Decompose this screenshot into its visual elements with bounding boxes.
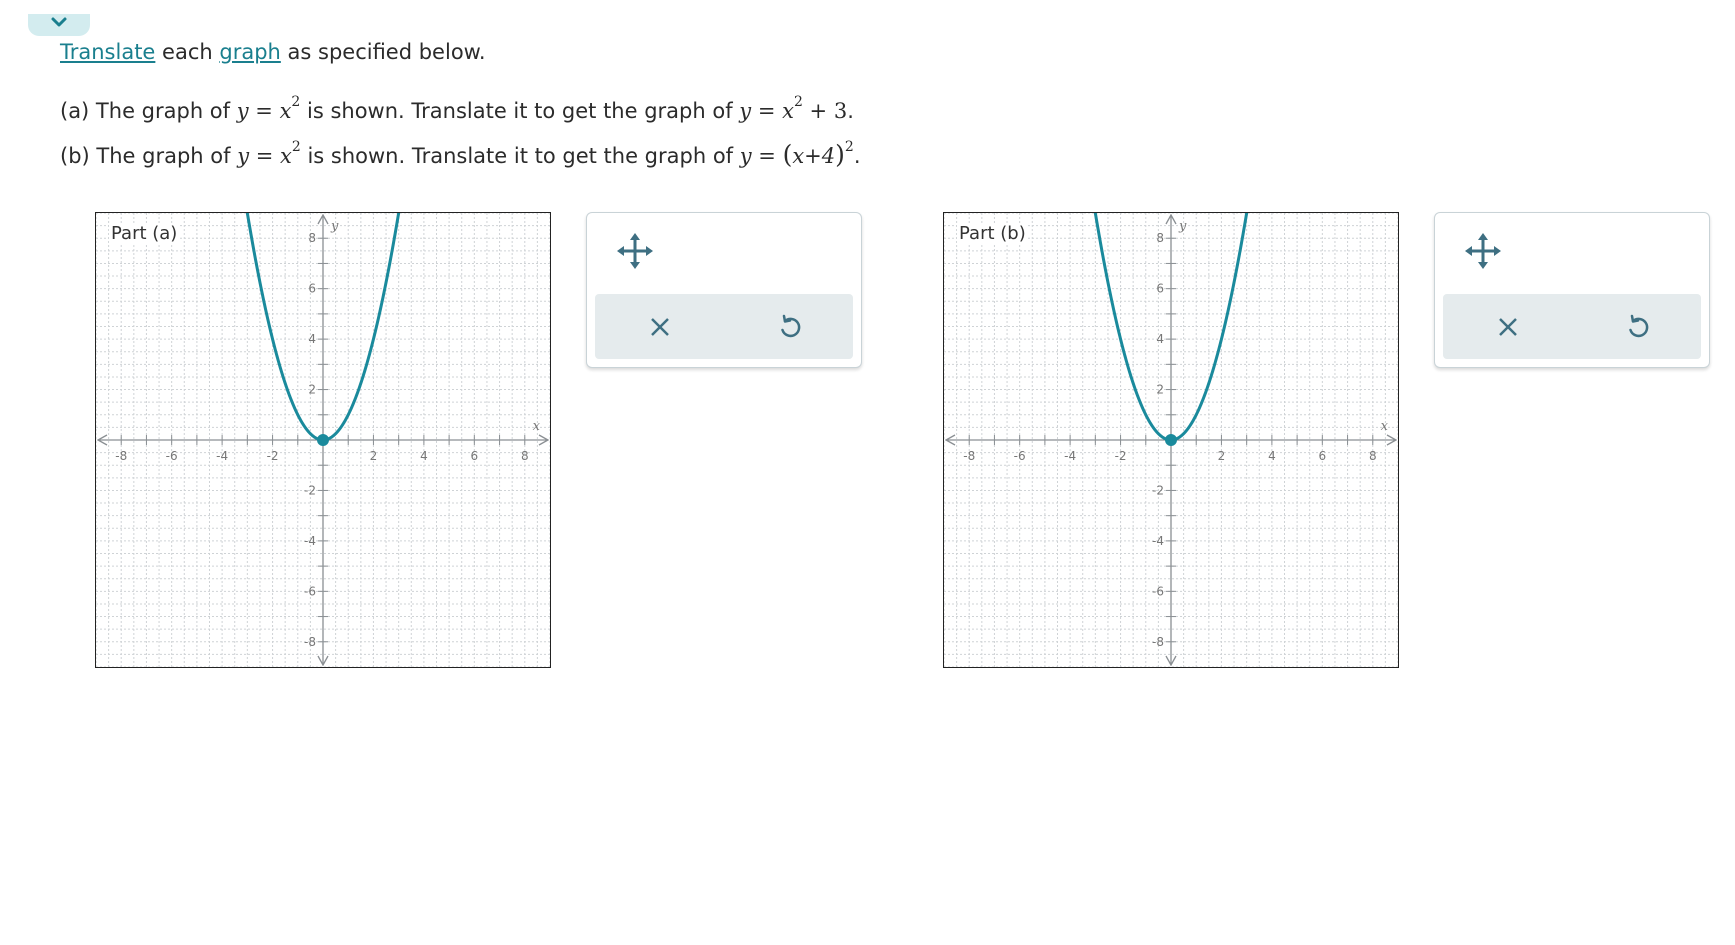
vertex-point bbox=[317, 434, 329, 446]
toolbar-a bbox=[595, 294, 853, 359]
y-tick-label: -6 bbox=[1152, 584, 1164, 598]
y-tick-label: 2 bbox=[1156, 383, 1164, 397]
toolbox-b bbox=[1434, 212, 1710, 368]
vertex-point bbox=[1165, 434, 1177, 446]
graph-label-b: Part (b) bbox=[957, 223, 1028, 244]
instructions: Translate each graph as specified below. bbox=[60, 40, 486, 64]
close-icon[interactable] bbox=[645, 312, 675, 342]
plot-area-a[interactable]: -8 -6 -4 -2 2 4 6 8 -8 -6 -4 -2 2 4 6 8 x y bbox=[96, 213, 550, 667]
x-tick-label: 6 bbox=[471, 449, 479, 463]
x-tick-label: -8 bbox=[115, 449, 127, 463]
y-tick-label: -8 bbox=[1152, 635, 1164, 649]
y-tick-label: 2 bbox=[308, 383, 316, 397]
graph-part-a[interactable]: -8 -6 -4 -2 2 4 6 8 -8 -6 -4 -2 2 4 6 8 x y Part (a) bbox=[95, 212, 551, 668]
x-tick-label: 4 bbox=[420, 449, 428, 463]
close-icon[interactable] bbox=[1493, 312, 1523, 342]
y-tick-label: -2 bbox=[304, 483, 316, 497]
move-arrows-icon[interactable] bbox=[615, 231, 655, 271]
equation-shown-b: y = x2 bbox=[237, 139, 301, 168]
toolbar-b bbox=[1443, 294, 1701, 359]
translate-link[interactable]: Translate bbox=[60, 40, 155, 64]
graph-part-b[interactable]: -8 -6 -4 -2 2 4 6 8 -8 -6 -4 -2 2 4 6 8 x y Part (b) bbox=[943, 212, 1399, 668]
graph-label-a: Part (a) bbox=[109, 223, 180, 244]
x-tick-label: -8 bbox=[963, 449, 975, 463]
chevron-down-icon bbox=[51, 17, 67, 27]
equation-target-a: y = x2 + 3 bbox=[739, 94, 848, 123]
x-axis-label: x bbox=[1381, 419, 1389, 434]
undo-icon[interactable] bbox=[1623, 312, 1653, 342]
toolbox-a bbox=[586, 212, 862, 368]
collapse-toggle[interactable] bbox=[28, 14, 90, 36]
x-tick-label: 4 bbox=[1268, 449, 1276, 463]
plot-area-b[interactable]: -8 -6 -4 -2 2 4 6 8 -8 -6 -4 -2 2 4 6 8 x y bbox=[944, 213, 1398, 667]
equation-target-b: y = (x+4)2 bbox=[739, 139, 854, 169]
x-tick-label: -2 bbox=[267, 449, 279, 463]
y-tick-label: 4 bbox=[1156, 332, 1164, 346]
y-axis-label: y bbox=[1178, 219, 1187, 234]
y-tick-label: -4 bbox=[304, 534, 316, 548]
x-tick-label: -4 bbox=[216, 449, 228, 463]
move-arrows-icon[interactable] bbox=[1463, 231, 1503, 271]
x-axis-label: x bbox=[533, 419, 541, 434]
instructions-text-tail: as specified below. bbox=[280, 40, 486, 64]
y-tick-label: 8 bbox=[308, 231, 316, 245]
question-b-middle: is shown. Translate it to get the graph … bbox=[300, 144, 740, 168]
x-tick-label: 2 bbox=[370, 449, 378, 463]
question-b: (b) The graph of y = x2 is shown. Transl… bbox=[60, 139, 861, 169]
graph-link[interactable]: graph bbox=[219, 40, 280, 64]
x-tick-label: 8 bbox=[521, 449, 529, 463]
y-tick-label: -8 bbox=[304, 635, 316, 649]
x-tick-label: -2 bbox=[1115, 449, 1127, 463]
equation-shown-a: y = x2 bbox=[236, 94, 301, 123]
y-tick-label: -2 bbox=[1152, 483, 1164, 497]
y-axis-label: y bbox=[330, 219, 339, 234]
x-tick-label: 6 bbox=[1319, 449, 1327, 463]
question-b-prefix: (b) The graph of bbox=[60, 144, 238, 168]
undo-icon[interactable] bbox=[775, 312, 805, 342]
x-tick-label: -6 bbox=[166, 449, 178, 463]
question-a: (a) The graph of y = x2 is shown. Transl… bbox=[60, 94, 854, 123]
question-a-prefix: (a) The graph of bbox=[60, 99, 237, 123]
x-tick-label: -4 bbox=[1064, 449, 1076, 463]
x-tick-label: 8 bbox=[1369, 449, 1377, 463]
instructions-text-mid: each bbox=[155, 40, 220, 64]
question-a-middle: is shown. Translate it to get the graph … bbox=[300, 99, 740, 123]
x-tick-label: 2 bbox=[1218, 449, 1226, 463]
y-tick-label: 6 bbox=[308, 282, 316, 296]
y-tick-label: 6 bbox=[1156, 282, 1164, 296]
y-tick-label: 8 bbox=[1156, 231, 1164, 245]
y-tick-label: -6 bbox=[304, 584, 316, 598]
y-tick-label: -4 bbox=[1152, 534, 1164, 548]
y-tick-label: 4 bbox=[308, 332, 316, 346]
x-tick-label: -6 bbox=[1014, 449, 1026, 463]
